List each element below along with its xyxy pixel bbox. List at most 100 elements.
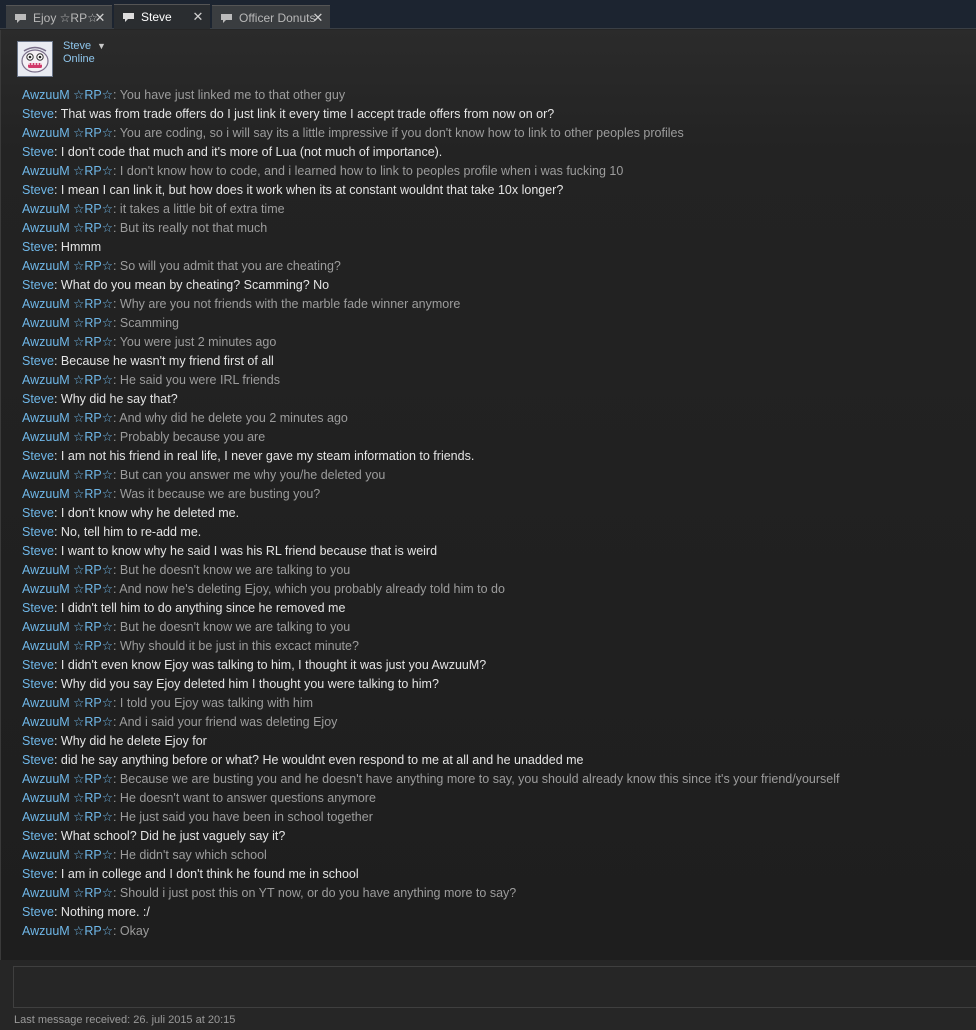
message-sender[interactable]: Steve xyxy=(22,753,54,767)
message-list: AwzuuM ☆RP☆: You have just linked me to … xyxy=(22,86,972,941)
chat-message: AwzuuM ☆RP☆: Was it because we are busti… xyxy=(22,485,972,504)
tab-officer-donuts[interactable]: Officer Donuts ✕ xyxy=(212,5,330,28)
chat-message: Steve: I am not his friend in real life,… xyxy=(22,447,972,466)
close-icon[interactable]: ✕ xyxy=(94,10,106,26)
message-sender[interactable]: Steve xyxy=(22,867,54,881)
message-sender[interactable]: Steve xyxy=(22,183,54,197)
chat-message: Steve: I am in college and I don't think… xyxy=(22,865,972,884)
chat-message: AwzuuM ☆RP☆: Why are you not friends wit… xyxy=(22,295,972,314)
message-sender[interactable]: AwzuuM ☆RP☆ xyxy=(22,791,113,805)
message-sender[interactable]: Steve xyxy=(22,734,54,748)
message-sender[interactable]: AwzuuM ☆RP☆ xyxy=(22,88,113,102)
message-text: And now he's deleting Ejoy, which you pr… xyxy=(119,582,505,596)
message-sender[interactable]: AwzuuM ☆RP☆ xyxy=(22,221,113,235)
message-sender[interactable]: Steve xyxy=(22,544,54,558)
message-text: You were just 2 minutes ago xyxy=(119,335,277,349)
message-text: Scamming xyxy=(119,316,179,330)
message-sender[interactable]: AwzuuM ☆RP☆ xyxy=(22,715,113,729)
message-separator: : xyxy=(112,373,120,387)
message-text: So will you admit that you are cheating? xyxy=(119,259,341,273)
message-sender[interactable]: AwzuuM ☆RP☆ xyxy=(22,772,113,786)
message-text: I didn't tell him to do anything since h… xyxy=(60,601,346,615)
message-sender[interactable]: AwzuuM ☆RP☆ xyxy=(22,696,113,710)
message-sender[interactable]: AwzuuM ☆RP☆ xyxy=(22,886,113,900)
message-text: You have just linked me to that other gu… xyxy=(119,88,346,102)
tab-steve[interactable]: Steve ✕ xyxy=(114,4,210,29)
chevron-down-icon[interactable]: ▼ xyxy=(97,41,106,51)
message-separator: : xyxy=(53,544,61,558)
message-sender[interactable]: AwzuuM ☆RP☆ xyxy=(22,639,113,653)
message-separator: : xyxy=(53,278,61,292)
message-sender[interactable]: AwzuuM ☆RP☆ xyxy=(22,430,113,444)
message-text: I told you Ejoy was talking with him xyxy=(119,696,314,710)
chat-message: Steve: Why did he say that? xyxy=(22,390,972,409)
message-sender[interactable]: Steve xyxy=(22,677,54,691)
chat-message: AwzuuM ☆RP☆: He doesn't want to answer q… xyxy=(22,789,972,808)
contact-name[interactable]: Steve xyxy=(63,40,91,52)
message-text: No, tell him to re-add me. xyxy=(60,525,202,539)
close-icon[interactable]: ✕ xyxy=(312,10,324,26)
last-message-status: Last message received: 26. juli 2015 at … xyxy=(14,1014,236,1026)
chat-input[interactable] xyxy=(13,966,976,1008)
chat-message: AwzuuM ☆RP☆: Why should it be just in th… xyxy=(22,637,972,656)
tab-label: Ejoy ☆RP☆ xyxy=(33,11,98,25)
chat-message: AwzuuM ☆RP☆: Because we are busting you … xyxy=(22,770,972,789)
tab-ejoy[interactable]: Ejoy ☆RP☆ ✕ xyxy=(6,5,112,28)
message-separator: : xyxy=(53,392,61,406)
chat-message: AwzuuM ☆RP☆: You were just 2 minutes ago xyxy=(22,333,972,352)
message-sender[interactable]: Steve xyxy=(22,449,54,463)
message-sender[interactable]: Steve xyxy=(22,278,54,292)
chat-message: Steve: I mean I can link it, but how doe… xyxy=(22,181,972,200)
chat-message: AwzuuM ☆RP☆: I don't know how to code, a… xyxy=(22,162,972,181)
chat-message: AwzuuM ☆RP☆: it takes a little bit of ex… xyxy=(22,200,972,219)
message-sender[interactable]: AwzuuM ☆RP☆ xyxy=(22,164,113,178)
message-sender[interactable]: Steve xyxy=(22,392,54,406)
message-sender[interactable]: Steve xyxy=(22,506,54,520)
message-separator: : xyxy=(112,468,120,482)
chat-message: AwzuuM ☆RP☆: But he doesn't know we are … xyxy=(22,618,972,637)
message-sender[interactable]: AwzuuM ☆RP☆ xyxy=(22,487,113,501)
message-sender[interactable]: AwzuuM ☆RP☆ xyxy=(22,335,113,349)
message-sender[interactable]: AwzuuM ☆RP☆ xyxy=(22,202,113,216)
chat-message: Steve: Nothing more. :/ xyxy=(22,903,972,922)
chat-message: AwzuuM ☆RP☆: But its really not that muc… xyxy=(22,219,972,238)
message-sender[interactable]: AwzuuM ☆RP☆ xyxy=(22,126,113,140)
chat-message: Steve: I didn't tell him to do anything … xyxy=(22,599,972,618)
message-separator: : xyxy=(112,88,120,102)
message-sender[interactable]: AwzuuM ☆RP☆ xyxy=(22,620,113,634)
message-text: Should i just post this on YT now, or do… xyxy=(119,886,517,900)
message-sender[interactable]: Steve xyxy=(22,601,54,615)
message-sender[interactable]: AwzuuM ☆RP☆ xyxy=(22,924,113,938)
tab-label: Officer Donuts xyxy=(239,11,316,25)
message-text: That was from trade offers do I just lin… xyxy=(60,107,555,121)
message-sender[interactable]: Steve xyxy=(22,107,54,121)
message-sender[interactable]: Steve xyxy=(22,145,54,159)
message-sender[interactable]: AwzuuM ☆RP☆ xyxy=(22,259,113,273)
message-sender[interactable]: AwzuuM ☆RP☆ xyxy=(22,468,113,482)
message-sender[interactable]: Steve xyxy=(22,240,54,254)
close-icon[interactable]: ✕ xyxy=(192,9,204,25)
message-sender[interactable]: AwzuuM ☆RP☆ xyxy=(22,316,113,330)
message-sender[interactable]: Steve xyxy=(22,354,54,368)
message-sender[interactable]: AwzuuM ☆RP☆ xyxy=(22,582,113,596)
message-sender[interactable]: AwzuuM ☆RP☆ xyxy=(22,810,113,824)
message-sender[interactable]: AwzuuM ☆RP☆ xyxy=(22,563,113,577)
message-sender[interactable]: AwzuuM ☆RP☆ xyxy=(22,848,113,862)
chat-message: AwzuuM ☆RP☆: You have just linked me to … xyxy=(22,86,972,105)
message-sender[interactable]: Steve xyxy=(22,829,54,843)
message-sender[interactable]: Steve xyxy=(22,905,54,919)
message-sender[interactable]: Steve xyxy=(22,525,54,539)
message-separator: : xyxy=(112,620,120,634)
chat-message: Steve: did he say anything before or wha… xyxy=(22,751,972,770)
message-sender[interactable]: AwzuuM ☆RP☆ xyxy=(22,411,113,425)
message-text: He said you were IRL friends xyxy=(119,373,280,387)
avatar[interactable] xyxy=(17,41,53,77)
message-separator: : xyxy=(112,886,120,900)
message-sender[interactable]: AwzuuM ☆RP☆ xyxy=(22,297,113,311)
chat-message: Steve: I want to know why he said I was … xyxy=(22,542,972,561)
chat-message: Steve: Why did you say Ejoy deleted him … xyxy=(22,675,972,694)
message-separator: : xyxy=(112,126,120,140)
message-separator: : xyxy=(112,221,120,235)
message-sender[interactable]: AwzuuM ☆RP☆ xyxy=(22,373,113,387)
message-sender[interactable]: Steve xyxy=(22,658,54,672)
